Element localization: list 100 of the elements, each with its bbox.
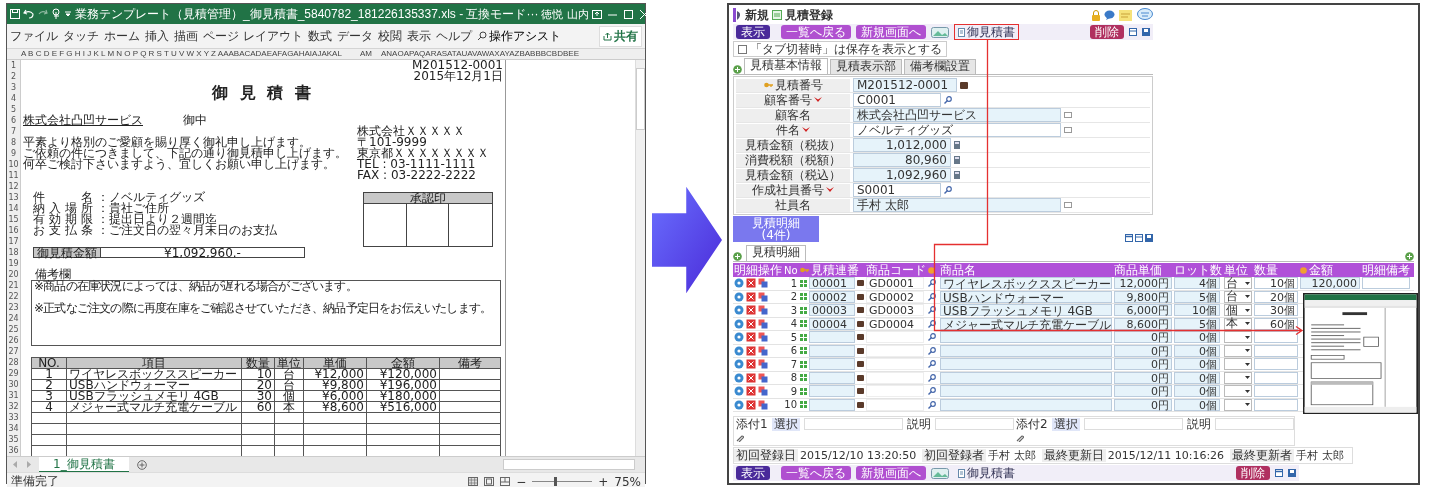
product-code-field[interactable] — [866, 358, 924, 371]
zoom-out-button[interactable]: − — [516, 474, 527, 487]
nav-button[interactable]: 新規画面へ — [856, 466, 926, 480]
description-field[interactable] — [934, 418, 1014, 430]
unit-dropdown[interactable] — [1224, 358, 1252, 371]
ribbon-tab[interactable]: ヘルプ — [435, 27, 472, 45]
page-layout-icon[interactable] — [484, 477, 495, 486]
select-button[interactable]: 選択 — [1051, 417, 1080, 431]
remarks-field[interactable] — [1362, 277, 1410, 290]
tell-me-field[interactable]: 操作アシスト — [488, 27, 561, 45]
report-link[interactable]: 御見積書 — [954, 24, 1019, 40]
text-field[interactable]: C0001 — [853, 93, 941, 107]
quantity-field[interactable] — [1254, 358, 1298, 371]
sequence-field[interactable] — [809, 358, 855, 371]
unit-dropdown[interactable] — [1224, 398, 1252, 411]
report-link[interactable]: 御見積書 — [954, 465, 1019, 481]
previous-sheet-icon[interactable] — [13, 461, 18, 468]
product-name-field[interactable]: ワイヤレスボックススピーカー — [940, 277, 1112, 290]
product-code-field[interactable]: GD0003 — [866, 304, 924, 317]
detail-tab[interactable]: 見積明細 — [746, 245, 806, 261]
unit-dropdown[interactable] — [1224, 331, 1252, 344]
product-code-field[interactable]: GD0001 — [866, 277, 924, 290]
unit-dropdown[interactable]: 台 — [1224, 290, 1252, 303]
product-code-field[interactable] — [866, 385, 924, 398]
file-field[interactable] — [1083, 418, 1183, 430]
ribbon-tab[interactable]: ページ レイアウト — [203, 27, 303, 45]
display-button[interactable]: 表示 — [736, 25, 770, 39]
delete-button[interactable]: 削除 — [1090, 25, 1124, 39]
add-sheet-icon[interactable] — [136, 459, 147, 470]
ribbon-tab[interactable]: 表示 — [406, 27, 431, 45]
product-name-field[interactable] — [940, 358, 1112, 371]
ribbon-tab[interactable]: 数式 — [307, 27, 332, 45]
unit-price-field[interactable]: 0円 — [1114, 385, 1172, 398]
quantity-field[interactable] — [1254, 331, 1298, 344]
sequence-field[interactable]: 00001 — [809, 277, 855, 290]
form-tab[interactable]: 備考欄設置 — [904, 59, 976, 74]
select-button[interactable]: 選択 — [771, 417, 800, 431]
unit-dropdown[interactable]: 個 — [1224, 304, 1252, 317]
ribbon-tab[interactable]: 挿入 — [145, 27, 169, 45]
sheet-tab[interactable]: 1_御見積書 — [39, 456, 129, 473]
scrollbar-thumb[interactable] — [636, 68, 645, 130]
description-field[interactable] — [1214, 418, 1294, 430]
text-field[interactable]: ノベルティグッズ — [853, 123, 1061, 137]
ribbon-tab[interactable]: ファイル — [10, 27, 58, 45]
ribbon-tab[interactable]: タッチ — [63, 27, 99, 45]
lot-field[interactable]: 10個 — [1174, 304, 1220, 317]
next-sheet-icon[interactable] — [26, 461, 31, 468]
nav-button[interactable]: 一覧へ戻る — [781, 25, 851, 39]
detail-button[interactable]: 見積明細 (4件) — [733, 216, 819, 242]
unit-dropdown[interactable] — [1224, 344, 1252, 357]
quantity-field[interactable] — [1254, 385, 1298, 398]
form-tab[interactable]: 見積表示部 — [830, 59, 902, 74]
delete-button[interactable]: 削除 — [1236, 466, 1270, 480]
unit-price-field[interactable]: 12,000円 — [1114, 277, 1172, 290]
unit-dropdown[interactable] — [1224, 385, 1252, 398]
unit-price-field[interactable]: 6,000円 — [1114, 304, 1172, 317]
share-button[interactable]: 共有 — [599, 25, 642, 47]
lot-field[interactable]: 0個 — [1174, 358, 1220, 371]
normal-view-icon[interactable] — [468, 477, 479, 486]
display-button[interactable]: 表示 — [736, 466, 770, 480]
undo-icon[interactable] — [23, 9, 35, 19]
unit-dropdown[interactable]: 本 — [1224, 317, 1252, 330]
lot-field[interactable]: 0個 — [1174, 331, 1220, 344]
product-name-field[interactable] — [940, 385, 1112, 398]
checkbox[interactable] — [738, 44, 747, 54]
product-name-field[interactable]: USBフラッシュメモリ 4GB — [940, 304, 1112, 317]
unit-price-field[interactable]: 0円 — [1114, 358, 1172, 371]
sequence-field[interactable]: 00003 — [809, 304, 855, 317]
ribbon-tab[interactable]: ホーム — [104, 27, 140, 45]
sequence-field[interactable] — [809, 385, 855, 398]
nav-button[interactable]: 新規画面へ — [856, 25, 926, 39]
zoom-in-button[interactable]: + — [598, 474, 609, 487]
amount-field[interactable]: 120,000 — [1300, 277, 1360, 290]
unit-price-field[interactable]: 0円 — [1114, 331, 1172, 344]
touch-mode-icon[interactable] — [51, 8, 61, 20]
maximize-icon[interactable] — [623, 9, 633, 19]
product-code-field[interactable] — [866, 331, 924, 344]
customize-icon[interactable] — [64, 11, 72, 17]
page-break-icon[interactable] — [500, 477, 511, 486]
horizontal-scrollbar[interactable] — [503, 459, 635, 470]
ribbon-display-icon[interactable] — [591, 9, 602, 19]
quantity-field[interactable]: 10個 — [1254, 277, 1298, 290]
file-field[interactable] — [803, 418, 903, 430]
lot-field[interactable]: 0個 — [1174, 385, 1220, 398]
unit-dropdown[interactable] — [1224, 371, 1252, 384]
form-tab[interactable]: 見積基本情報 — [744, 58, 828, 74]
unit-dropdown[interactable]: 台 — [1224, 277, 1252, 290]
lot-field[interactable]: 4個 — [1174, 277, 1220, 290]
sequence-field[interactable] — [809, 331, 855, 344]
product-name-field[interactable] — [940, 331, 1112, 344]
quantity-field[interactable]: 30個 — [1254, 304, 1298, 317]
audit-value: 手村 太郎 — [1296, 449, 1344, 462]
nav-button[interactable]: 一覧へ戻る — [781, 466, 851, 480]
ribbon-tab[interactable]: 校閲 — [377, 27, 402, 45]
ribbon-tab[interactable]: データ — [336, 27, 373, 45]
text-field[interactable]: S0001 — [853, 183, 941, 197]
save-icon[interactable] — [10, 9, 20, 19]
slider-thumb[interactable] — [554, 477, 558, 486]
close-icon[interactable] — [639, 9, 649, 19]
ribbon-tab[interactable]: 描画 — [174, 27, 198, 45]
